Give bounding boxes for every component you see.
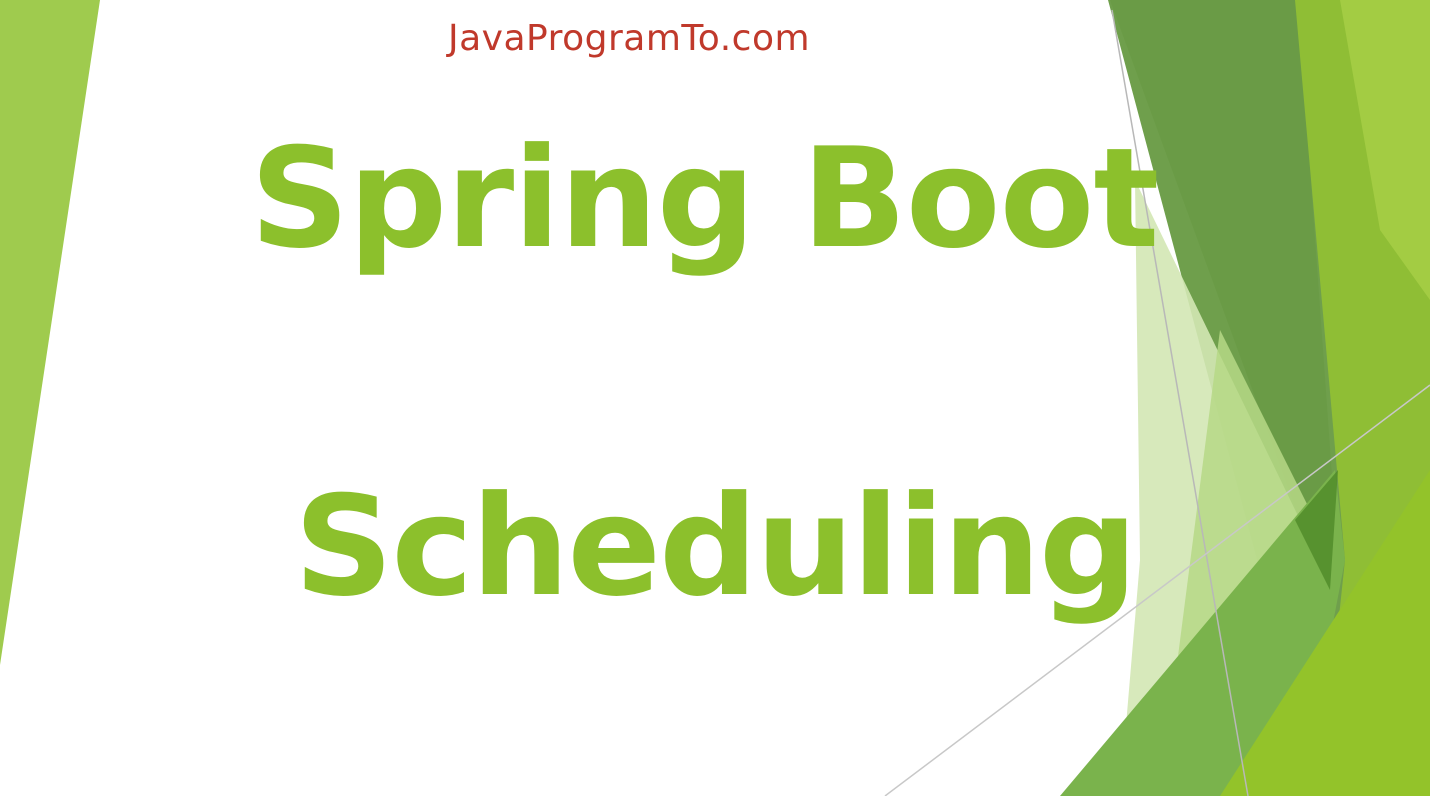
- slide-title-line-2: Scheduling: [294, 466, 1138, 627]
- site-name: JavaProgramTo.com: [448, 18, 811, 59]
- title-slide: JavaProgramTo.com Spring Boot Scheduling: [0, 0, 1430, 796]
- left-green-stripe: [0, 0, 100, 665]
- slide-title-line-1: Spring Boot: [250, 118, 1159, 279]
